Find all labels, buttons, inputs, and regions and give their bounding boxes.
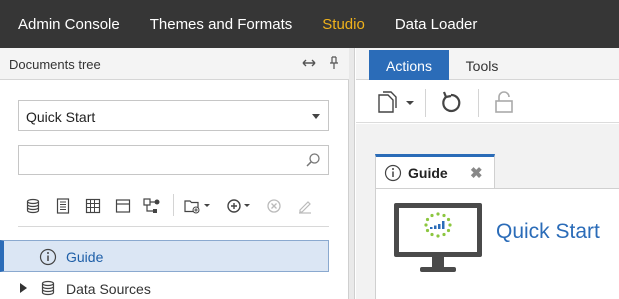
ribbon-tabs: Actions Tools: [356, 48, 619, 80]
documents-tree-panel: Documents tree Quick Start Guide Data So…: [0, 48, 349, 299]
tree-toolbar: [18, 194, 329, 218]
tree-item-guide[interactable]: Guide: [0, 240, 329, 272]
close-icon[interactable]: ✖: [470, 164, 483, 182]
toolbar-divider: [173, 194, 174, 216]
add-circle-icon[interactable]: [225, 196, 255, 216]
tree-item-data-sources[interactable]: Data Sources: [0, 273, 329, 299]
expand-arrow-icon[interactable]: [20, 283, 27, 293]
top-nav: Admin Console Themes and Formats Studio …: [0, 0, 619, 48]
document-select[interactable]: Quick Start: [18, 100, 329, 131]
edit-icon[interactable]: [295, 196, 315, 216]
search-input[interactable]: [18, 145, 329, 175]
doc-tab-guide[interactable]: Guide ✖: [375, 154, 495, 189]
remove-circle-icon[interactable]: [264, 196, 284, 216]
lock-icon[interactable]: [494, 90, 514, 114]
toolbar-divider: [425, 89, 426, 117]
nav-themes-and-formats[interactable]: Themes and Formats: [132, 16, 293, 33]
documents-tree-header: Documents tree: [0, 48, 349, 80]
panel-splitter[interactable]: [349, 48, 355, 299]
nav-data-loader[interactable]: Data Loader: [377, 16, 478, 33]
tab-tools[interactable]: Tools: [452, 50, 512, 80]
info-icon: [384, 164, 402, 187]
database-icon[interactable]: [23, 196, 43, 216]
database-icon: [40, 280, 56, 299]
list-icon[interactable]: [53, 196, 73, 216]
search-icon[interactable]: [305, 152, 321, 173]
ribbon-toolbar: [356, 81, 619, 123]
tree-divider: [18, 226, 329, 227]
nav-admin-console[interactable]: Admin Console: [0, 16, 120, 33]
add-folder-icon[interactable]: [183, 196, 213, 216]
tab-actions[interactable]: Actions: [369, 50, 449, 80]
doc-content: Quick Start: [375, 188, 619, 299]
chevron-down-icon: [312, 114, 320, 119]
panel-title: Documents tree: [9, 57, 101, 72]
workspace-panel: Actions Tools Guide ✖ Quick Start: [356, 48, 619, 299]
pin-icon[interactable]: [329, 56, 339, 73]
grid-icon[interactable]: [83, 196, 103, 216]
nav-studio[interactable]: Studio: [304, 16, 365, 33]
content-title: Quick Start: [496, 220, 600, 243]
info-icon: [39, 248, 57, 271]
refresh-icon[interactable]: [440, 90, 462, 114]
flow-icon[interactable]: [142, 196, 162, 216]
document-select-value: Quick Start: [26, 109, 96, 125]
toolbar-divider: [478, 89, 479, 117]
new-document-icon[interactable]: [376, 90, 416, 114]
tree-item-label: Guide: [66, 249, 104, 265]
doc-tab-label: Guide: [408, 165, 448, 181]
tree-item-label: Data Sources: [66, 281, 151, 297]
document-area: Guide ✖ Quick Start: [356, 124, 619, 299]
expand-horizontal-icon[interactable]: [302, 56, 316, 73]
panel-icon[interactable]: [113, 196, 133, 216]
monitor-chart-icon: [392, 201, 484, 280]
